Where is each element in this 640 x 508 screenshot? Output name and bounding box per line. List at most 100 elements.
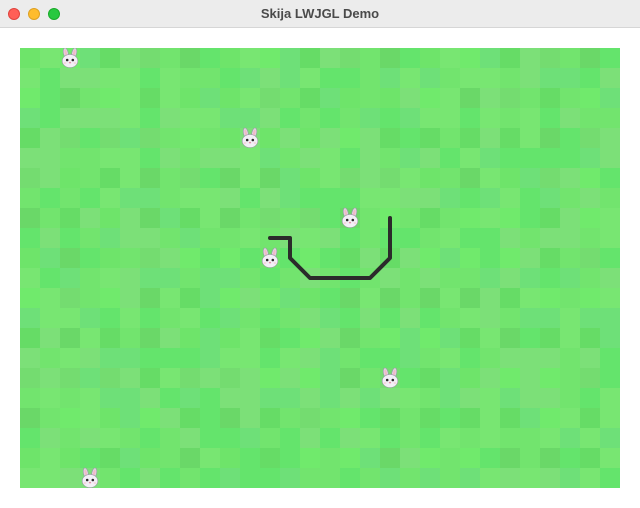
- grass-tile: [500, 228, 520, 248]
- grass-tile: [480, 248, 500, 268]
- grass-tile: [360, 248, 380, 268]
- title-bar[interactable]: Skija LWJGL Demo: [0, 0, 640, 28]
- game-board[interactable]: [20, 48, 620, 488]
- grass-tile: [540, 108, 560, 128]
- grass-tile: [400, 208, 420, 228]
- grass-tile: [580, 428, 600, 448]
- grass-tile: [100, 368, 120, 388]
- grass-tile: [340, 188, 360, 208]
- grass-tile: [20, 48, 40, 68]
- grass-tile: [480, 348, 500, 368]
- grass-tile: [160, 428, 180, 448]
- grass-tile: [560, 168, 580, 188]
- grass-tile: [300, 368, 320, 388]
- grass-tile: [580, 468, 600, 488]
- grass-tile: [320, 448, 340, 468]
- grass-tile: [380, 168, 400, 188]
- grass-tile: [600, 128, 620, 148]
- grass-tile: [20, 428, 40, 448]
- grass-tile: [140, 88, 160, 108]
- grass-tile: [300, 448, 320, 468]
- grass-tile: [600, 268, 620, 288]
- grass-tile: [540, 208, 560, 228]
- grass-tile: [600, 248, 620, 268]
- grass-tile: [120, 68, 140, 88]
- grass-tile: [160, 468, 180, 488]
- grass-tile: [200, 308, 220, 328]
- grass-tile: [80, 228, 100, 248]
- grass-tile: [280, 168, 300, 188]
- grass-tile: [240, 68, 260, 88]
- grass-tile: [540, 168, 560, 188]
- grass-tile: [80, 328, 100, 348]
- grass-tile: [500, 388, 520, 408]
- grass-tile: [160, 48, 180, 68]
- grass-tile: [200, 328, 220, 348]
- grass-tile: [520, 188, 540, 208]
- grass-tile: [380, 188, 400, 208]
- grass-tile: [460, 148, 480, 168]
- grass-tile: [280, 368, 300, 388]
- grass-tile: [280, 428, 300, 448]
- grass-tile: [520, 208, 540, 228]
- grass-tile: [380, 408, 400, 428]
- grass-tile: [580, 268, 600, 288]
- grass-tile: [180, 368, 200, 388]
- grass-tile: [480, 68, 500, 88]
- grass-tile: [520, 68, 540, 88]
- grass-tile: [20, 68, 40, 88]
- grass-tile: [260, 448, 280, 468]
- grass-tile: [500, 468, 520, 488]
- grass-tile: [240, 288, 260, 308]
- grass-tile: [160, 408, 180, 428]
- grass-tile: [480, 328, 500, 348]
- grass-tile: [560, 88, 580, 108]
- grass-tile: [360, 48, 380, 68]
- grass-tile: [360, 428, 380, 448]
- grass-tile: [180, 108, 200, 128]
- grass-tile: [320, 68, 340, 88]
- grass-tile: [20, 448, 40, 468]
- grass-tile: [20, 408, 40, 428]
- grass-tile: [280, 408, 300, 428]
- grass-tile: [360, 388, 380, 408]
- grass-tile: [520, 288, 540, 308]
- grass-tile: [140, 148, 160, 168]
- grass-tile: [420, 288, 440, 308]
- grass-tile: [380, 348, 400, 368]
- grass-tile: [340, 228, 360, 248]
- grass-tile: [420, 268, 440, 288]
- grass-tile: [500, 188, 520, 208]
- grass-tile: [500, 48, 520, 68]
- grass-tile: [320, 168, 340, 188]
- grass-tile: [320, 288, 340, 308]
- grass-tile: [20, 368, 40, 388]
- grass-tile: [80, 208, 100, 228]
- grass-tile: [460, 88, 480, 108]
- grass-tile: [280, 268, 300, 288]
- grass-tile: [560, 248, 580, 268]
- grass-tile: [280, 328, 300, 348]
- grass-tile: [560, 208, 580, 228]
- grass-tile: [120, 308, 140, 328]
- grass-tile: [220, 368, 240, 388]
- grass-tile: [560, 448, 580, 468]
- grass-tile: [280, 468, 300, 488]
- grass-tile: [560, 68, 580, 88]
- grass-tile: [80, 408, 100, 428]
- grass-tile: [420, 368, 440, 388]
- grass-tile: [420, 328, 440, 348]
- grass-tile: [180, 88, 200, 108]
- grass-tile: [400, 328, 420, 348]
- grass-tile: [440, 208, 460, 228]
- grass-tile: [440, 68, 460, 88]
- grass-tile: [400, 428, 420, 448]
- grass-tile: [520, 228, 540, 248]
- grass-tile: [480, 468, 500, 488]
- grass-tile: [160, 308, 180, 328]
- grass-tile: [400, 448, 420, 468]
- grass-tile: [560, 328, 580, 348]
- grass-tile: [120, 108, 140, 128]
- grass-tile: [100, 428, 120, 448]
- grass-tile: [520, 108, 540, 128]
